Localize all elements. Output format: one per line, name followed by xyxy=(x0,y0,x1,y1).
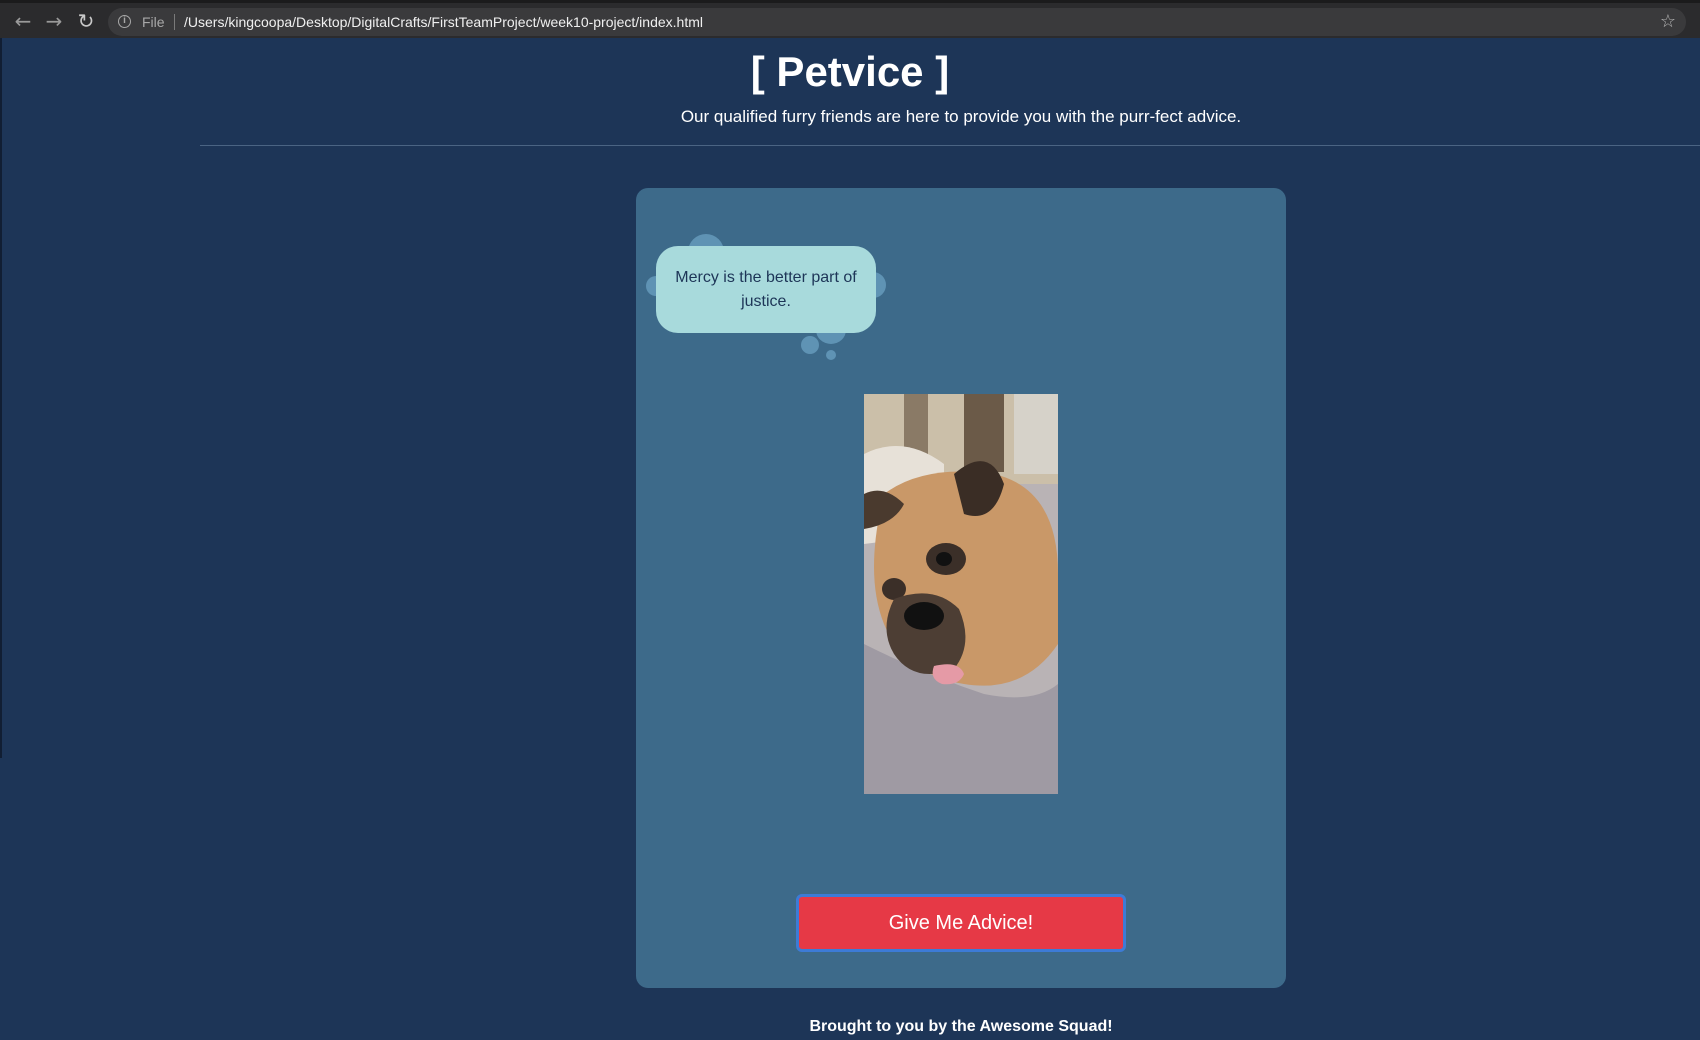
address-divider xyxy=(174,14,175,30)
star-icon[interactable]: ☆ xyxy=(1660,11,1676,32)
reload-icon[interactable]: ↻ xyxy=(75,10,97,32)
header-divider xyxy=(200,145,1700,146)
advice-text: Mercy is the better part of justice. xyxy=(675,269,857,310)
page-subtitle: Our qualified furry friends are here to … xyxy=(680,107,1242,126)
thought-puff xyxy=(826,350,836,360)
url-scheme: File xyxy=(142,14,165,30)
footer-credit: Brought to you by the Awesome Squad! xyxy=(809,1018,1113,1035)
subtitle-container: Our qualified furry friends are here to … xyxy=(0,107,1700,127)
url-text[interactable]: /Users/kingcoopa/Desktop/DigitalCrafts/F… xyxy=(184,14,703,30)
info-icon[interactable]: i xyxy=(118,15,131,28)
address-bar[interactable]: i File /Users/kingcoopa/Desktop/DigitalC… xyxy=(108,8,1686,36)
forward-arrow-icon[interactable]: → xyxy=(43,10,65,32)
thought-puff xyxy=(801,336,819,354)
browser-toolbar: ← → ↻ i File /Users/kingcoopa/Desktop/Di… xyxy=(0,0,1700,38)
give-me-advice-button[interactable]: Give Me Advice! xyxy=(796,894,1126,952)
advice-bubble: Mercy is the better part of justice. xyxy=(656,246,876,333)
advice-card: Mercy is the better part of justice. Giv… xyxy=(636,188,1286,988)
back-arrow-icon[interactable]: ← xyxy=(12,10,34,32)
dog-photo xyxy=(864,394,1058,794)
page-title: [ Petvice ] xyxy=(750,48,950,95)
window-edge xyxy=(0,38,2,758)
